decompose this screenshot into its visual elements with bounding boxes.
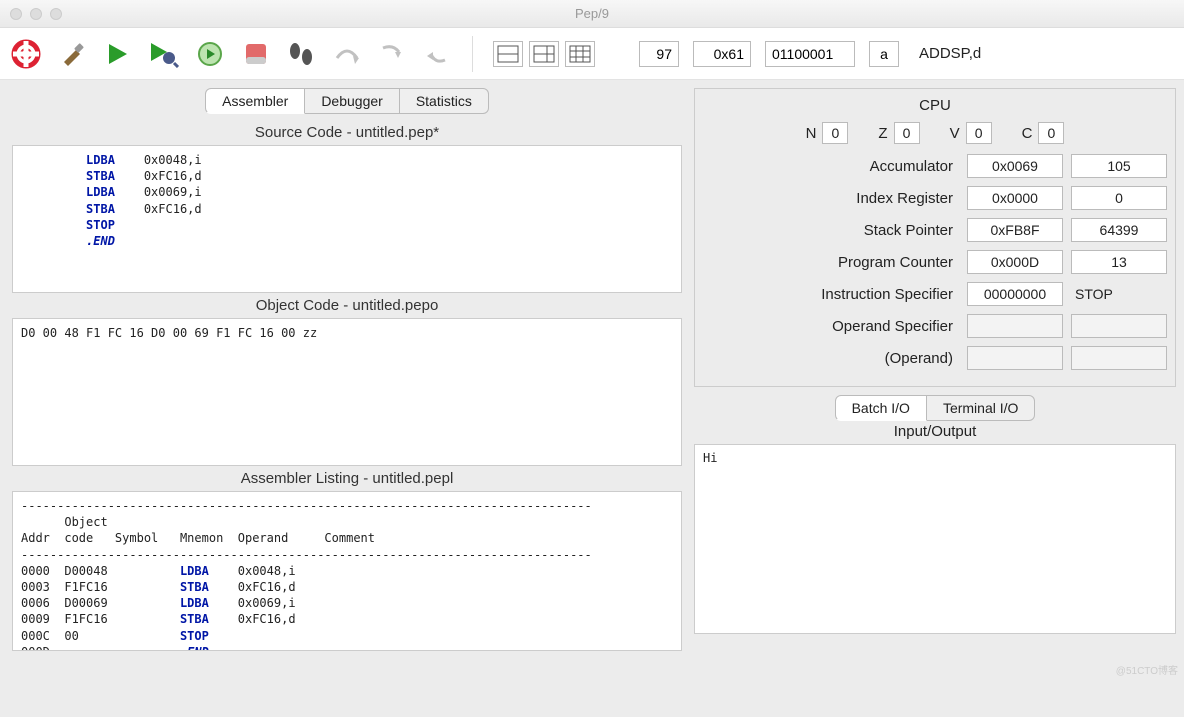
listing-title: Assembler Listing - untitled.pepl	[8, 466, 686, 491]
register-hex: 00000000	[967, 282, 1063, 306]
register-dec: 105	[1071, 154, 1167, 178]
flag-c-label: C	[1022, 125, 1033, 142]
object-title: Object Code - untitled.pepo	[8, 293, 686, 318]
flag-n-label: N	[806, 125, 817, 142]
cpu-title: CPU	[703, 97, 1167, 114]
flag-v-label: V	[950, 125, 960, 142]
register-label: Accumulator	[703, 158, 959, 175]
register-row: Program Counter 0x000D 13	[703, 250, 1167, 274]
help-icon[interactable]	[10, 38, 42, 70]
source-title: Source Code - untitled.pep*	[8, 120, 686, 145]
flag-z-label: Z	[878, 125, 887, 142]
continue-icon[interactable]	[194, 38, 226, 70]
step-icon[interactable]	[286, 38, 318, 70]
main-area: Assembler Debugger Statistics Source Cod…	[0, 80, 1184, 717]
register-row: Accumulator 0x0069 105	[703, 154, 1167, 178]
view-mode-group	[493, 41, 595, 67]
register-label: Stack Pointer	[703, 222, 959, 239]
char-field[interactable]	[869, 41, 899, 67]
dec-field[interactable]	[639, 41, 679, 67]
register-hex: 0x0000	[967, 186, 1063, 210]
window-title: Pep/9	[0, 6, 1184, 21]
register-row: Index Register 0x0000 0	[703, 186, 1167, 210]
view-split-button[interactable]	[529, 41, 559, 67]
register-dec: 0	[1071, 186, 1167, 210]
io-tabs: Batch I/O Terminal I/O	[694, 395, 1176, 421]
step-over-icon[interactable]	[332, 38, 364, 70]
register-dec	[1071, 314, 1167, 338]
register-row: Stack Pointer 0xFB8F 64399	[703, 218, 1167, 242]
step-out-icon[interactable]	[424, 38, 456, 70]
flag-n-value: 0	[822, 122, 848, 144]
editor-tabs: Assembler Debugger Statistics	[8, 88, 686, 114]
debug-run-icon[interactable]	[148, 38, 180, 70]
tab-terminal-io[interactable]: Terminal I/O	[927, 395, 1035, 421]
build-icon[interactable]	[56, 38, 88, 70]
right-pane: CPU N0 Z0 V0 C0 Accumulator0x0069105Inde…	[694, 88, 1176, 709]
hex-field[interactable]	[693, 41, 751, 67]
tab-batch-io[interactable]: Batch I/O	[835, 395, 927, 421]
io-panel: Batch I/O Terminal I/O Input/Output Hi	[694, 395, 1176, 634]
toolbar-separator	[472, 36, 473, 72]
titlebar: Pep/9	[0, 0, 1184, 28]
register-row: (Operand)	[703, 346, 1167, 370]
register-hex	[967, 346, 1063, 370]
run-icon[interactable]	[102, 38, 134, 70]
flags-row: N0 Z0 V0 C0	[703, 122, 1167, 144]
bin-field[interactable]	[765, 41, 855, 67]
register-hex: 0xFB8F	[967, 218, 1063, 242]
register-dec: 13	[1071, 250, 1167, 274]
view-code-button[interactable]	[493, 41, 523, 67]
register-hex: 0x000D	[967, 250, 1063, 274]
register-label: Instruction Specifier	[703, 286, 959, 303]
tab-debugger[interactable]: Debugger	[305, 88, 400, 114]
listing-box[interactable]: ----------------------------------------…	[12, 491, 682, 651]
tab-statistics[interactable]: Statistics	[400, 88, 489, 114]
flag-z-value: 0	[894, 122, 920, 144]
flag-v-value: 0	[966, 122, 992, 144]
watermark: @51CTO博客	[1116, 662, 1178, 677]
step-into-icon[interactable]	[378, 38, 410, 70]
registers: Accumulator 0x0069 105 Index Register 0x0000…	[703, 154, 1167, 370]
register-row: Operand Specifier	[703, 314, 1167, 338]
register-label: Operand Specifier	[703, 318, 959, 335]
register-hex: 0x0069	[967, 154, 1063, 178]
instr-decode-label: ADDSP,d	[919, 45, 981, 62]
source-code-box[interactable]: LDBA 0x0048,i STBA 0xFC16,d LDBA 0x0069,…	[12, 145, 682, 293]
register-row: Instruction Specifier 00000000 STOP	[703, 282, 1167, 306]
view-memory-button[interactable]	[565, 41, 595, 67]
object-code-box[interactable]: D0 00 48 F1 FC 16 D0 00 69 F1 FC 16 00 z…	[12, 318, 682, 466]
register-hex	[967, 314, 1063, 338]
register-dec	[1071, 346, 1167, 370]
left-pane: Assembler Debugger Statistics Source Cod…	[8, 88, 686, 709]
stop-icon[interactable]	[240, 38, 272, 70]
register-label: Program Counter	[703, 254, 959, 271]
tab-assembler[interactable]: Assembler	[205, 88, 305, 114]
io-box[interactable]: Hi	[694, 444, 1176, 634]
cpu-panel: CPU N0 Z0 V0 C0 Accumulator0x0069105Inde…	[694, 88, 1176, 387]
flag-c-value: 0	[1038, 122, 1064, 144]
register-dec: STOP	[1071, 282, 1167, 306]
register-label: (Operand)	[703, 350, 959, 367]
register-dec: 64399	[1071, 218, 1167, 242]
toolbar: ADDSP,d	[0, 28, 1184, 80]
register-label: Index Register	[703, 190, 959, 207]
io-title: Input/Output	[694, 421, 1176, 444]
